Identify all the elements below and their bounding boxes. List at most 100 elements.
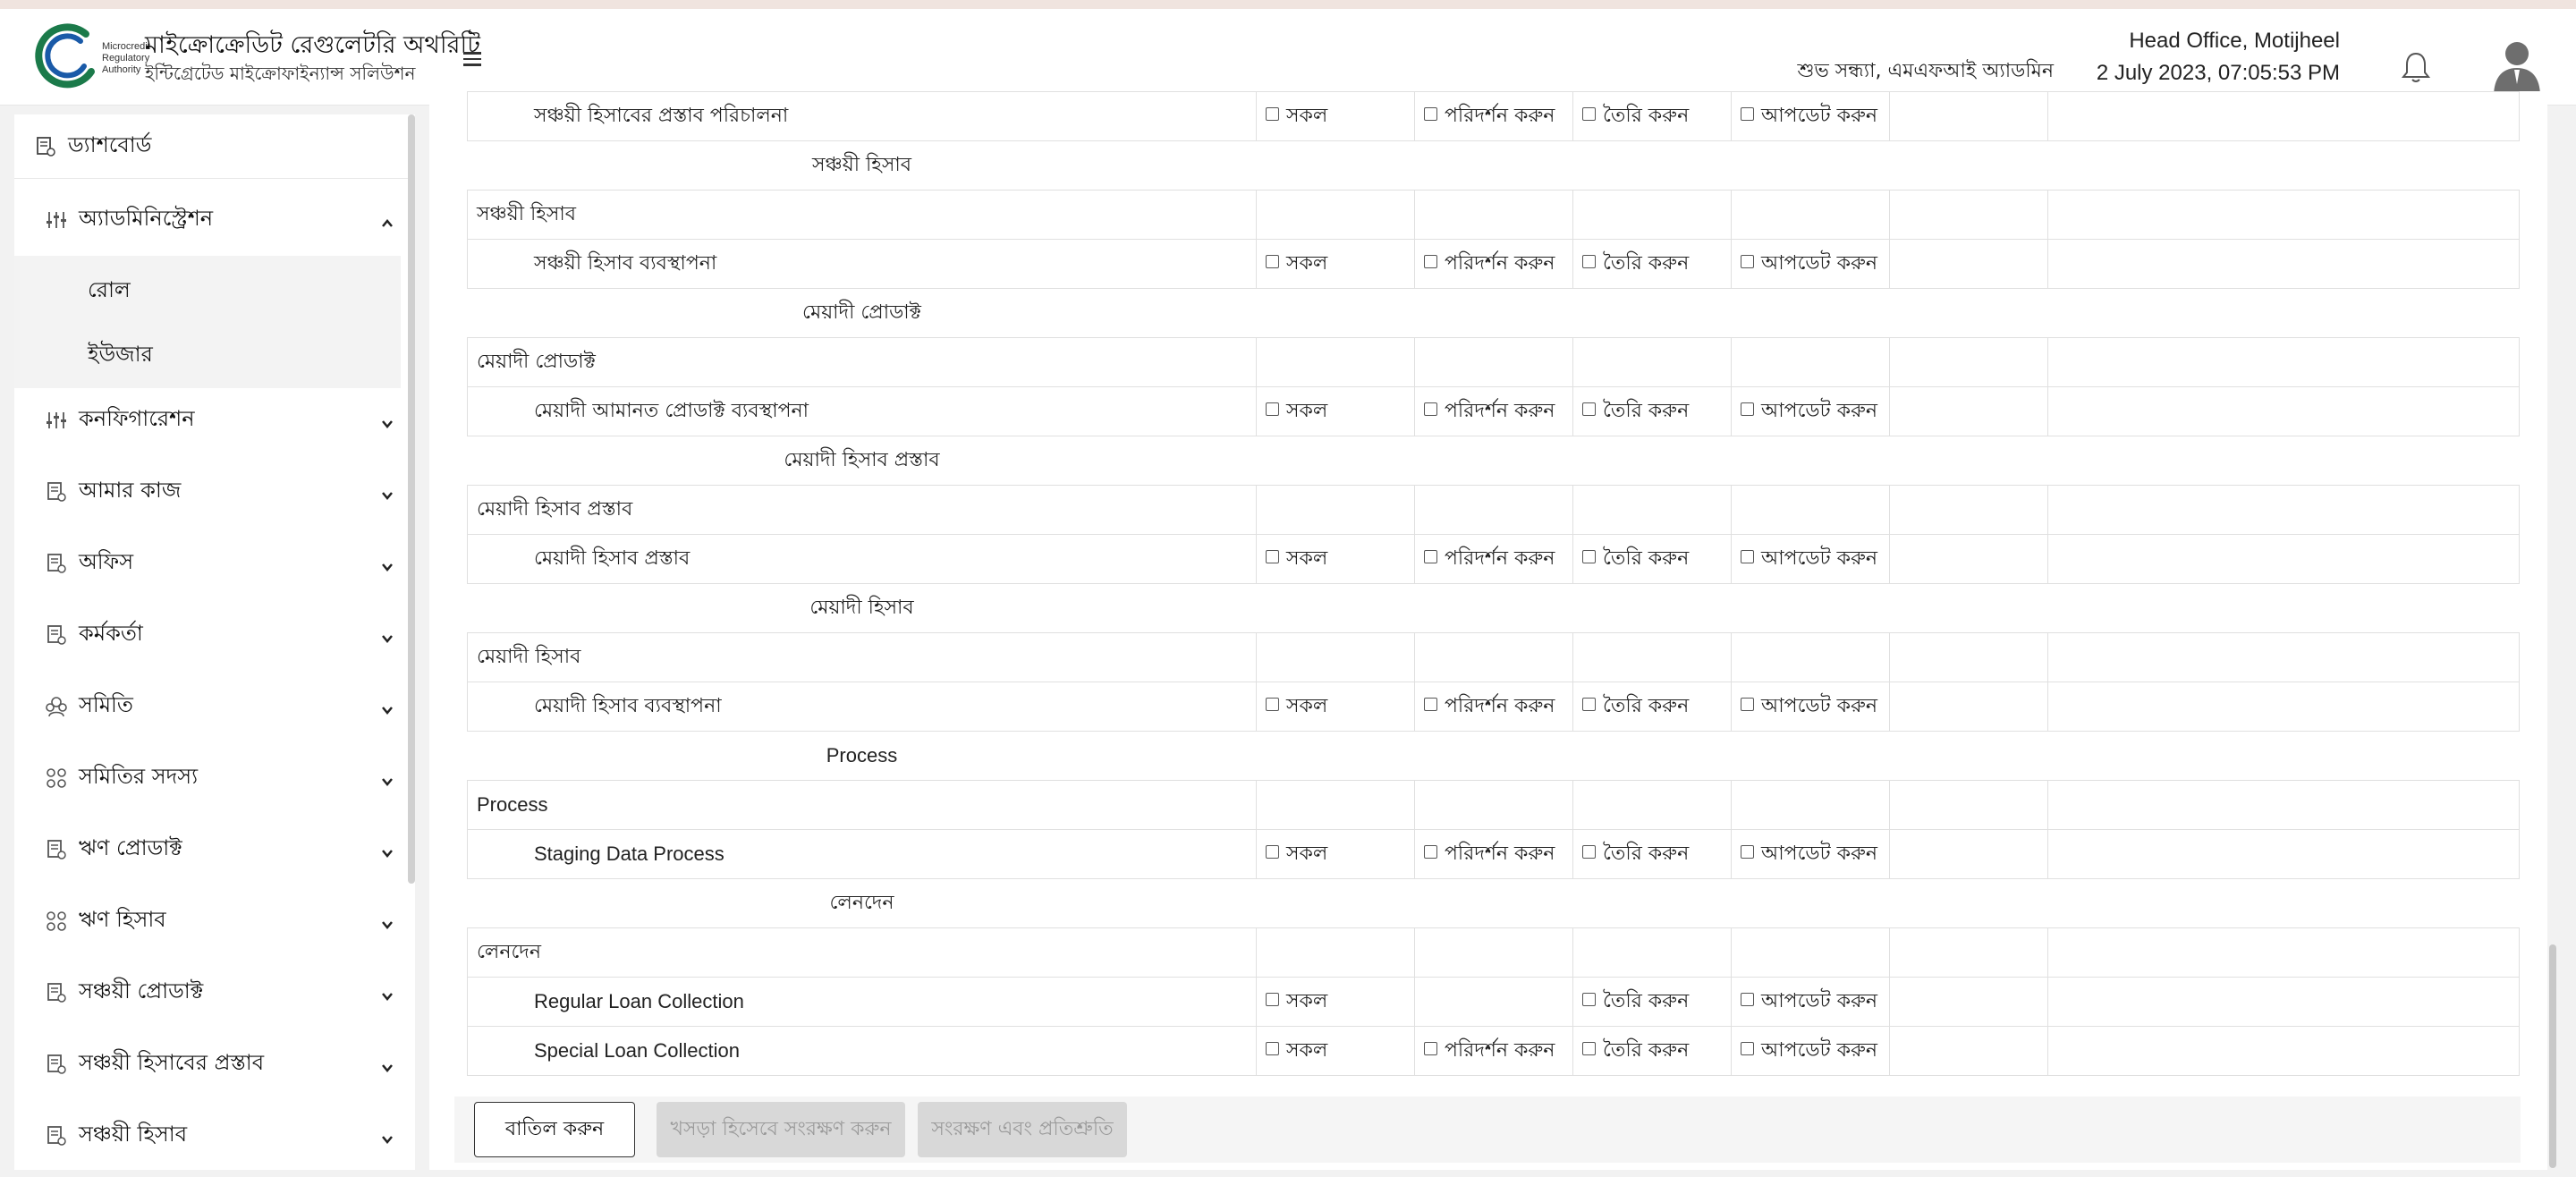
all-checkbox[interactable]: সকল <box>1266 543 1327 576</box>
create-checkbox[interactable]: তৈরি করুন <box>1582 986 1689 1019</box>
chevron-down-icon[interactable] <box>379 1056 395 1072</box>
sidebar-item-1[interactable]: কনফিগারেশন <box>14 385 415 456</box>
update-checkbox[interactable]: আপডেট করুন <box>1741 690 1877 724</box>
chevron-down-icon[interactable] <box>379 627 395 643</box>
update-checkbox[interactable]: আপডেট করুন <box>1741 838 1877 871</box>
cancel-button[interactable]: বাতিল করুন <box>474 1102 635 1157</box>
checkbox-icon[interactable] <box>1741 1041 1754 1055</box>
inspect-checkbox[interactable]: পরিদর্শন করুন <box>1424 690 1555 724</box>
create-checkbox[interactable]: তৈরি করুন <box>1582 838 1689 871</box>
checkbox-icon[interactable] <box>1582 549 1596 563</box>
sidebar-subitem-0[interactable]: রোল <box>88 274 131 309</box>
chevron-down-icon[interactable] <box>379 484 395 500</box>
checkbox-icon[interactable] <box>1266 1041 1279 1055</box>
checkbox-icon[interactable] <box>1424 697 1437 711</box>
sidebar-item-6[interactable]: সমিতির সদস্য <box>14 742 415 814</box>
inspect-checkbox[interactable]: পরিদর্শন করুন <box>1424 543 1555 576</box>
chevron-down-icon[interactable] <box>379 842 395 858</box>
sidebar-item-label: সমিতির সদস্য <box>79 764 199 789</box>
main-scrollbar[interactable] <box>2549 944 2556 1168</box>
chevron-down-icon[interactable] <box>379 985 395 1001</box>
chevron-down-icon[interactable] <box>379 699 395 715</box>
create-checkbox[interactable]: তৈরি করুন <box>1582 395 1689 428</box>
sidebar-item-10[interactable]: সঞ্চয়ী হিসাবের প্রস্তাব <box>14 1029 415 1100</box>
menu-icon[interactable] <box>463 48 490 75</box>
checkbox-icon[interactable] <box>1266 549 1279 563</box>
checkbox-icon[interactable] <box>1741 697 1754 711</box>
sidebar-item-label: অ্যাডমিনিস্ট্রেশন <box>79 206 214 231</box>
save-draft-button[interactable]: খসড়া হিসেবে সংরক্ষণ করুন <box>657 1102 905 1157</box>
checkbox-icon[interactable] <box>1582 697 1596 711</box>
create-checkbox[interactable]: তৈরি করুন <box>1582 1035 1689 1068</box>
checkbox-icon[interactable] <box>1266 106 1279 121</box>
checkbox-icon[interactable] <box>1424 106 1437 121</box>
create-checkbox[interactable]: তৈরি করুন <box>1582 248 1689 281</box>
sidebar-item-7[interactable]: ঋণ প্রোডাক্ট <box>14 814 415 885</box>
user-avatar-icon[interactable] <box>2490 38 2544 97</box>
sidebar-item-11[interactable]: সঞ্চয়ী হিসাব <box>14 1100 415 1170</box>
sidebar-item-2[interactable]: আমার কাজ <box>14 456 415 528</box>
save-commit-button[interactable]: সংরক্ষণ এবং প্রতিশ্রুতি <box>918 1102 1127 1157</box>
sidebar-subitem-1[interactable]: ইউজার <box>88 338 153 374</box>
checkbox-icon[interactable] <box>1741 844 1754 859</box>
checkbox-icon[interactable] <box>1424 549 1437 563</box>
all-checkbox[interactable]: সকল <box>1266 100 1327 133</box>
bell-icon[interactable] <box>2401 50 2431 84</box>
sidebar-item-8[interactable]: ঋণ হিসাব <box>14 885 415 957</box>
all-checkbox[interactable]: সকল <box>1266 838 1327 871</box>
sidebar-item-3[interactable]: অফিস <box>14 528 415 599</box>
all-checkbox[interactable]: সকল <box>1266 1035 1327 1068</box>
chevron-up-icon[interactable] <box>379 212 395 228</box>
update-checkbox[interactable]: আপডেট করুন <box>1741 100 1877 133</box>
checkbox-icon[interactable] <box>1424 402 1437 416</box>
checkbox-icon[interactable] <box>1741 992 1754 1006</box>
checkbox-label: পরিদর্শন করুন <box>1445 104 1555 127</box>
all-checkbox[interactable]: সকল <box>1266 395 1327 428</box>
update-checkbox[interactable]: আপডেট করুন <box>1741 986 1877 1019</box>
inspect-checkbox[interactable]: পরিদর্শন করুন <box>1424 1035 1555 1068</box>
checkbox-icon[interactable] <box>1266 402 1279 416</box>
inspect-checkbox[interactable]: পরিদর্শন করুন <box>1424 248 1555 281</box>
checkbox-icon[interactable] <box>1582 402 1596 416</box>
inspect-checkbox[interactable]: পরিদর্শন করুন <box>1424 100 1555 133</box>
checkbox-icon[interactable] <box>1424 254 1437 268</box>
create-checkbox[interactable]: তৈরি করুন <box>1582 100 1689 133</box>
chevron-down-icon[interactable] <box>379 770 395 786</box>
checkbox-icon[interactable] <box>1266 844 1279 859</box>
create-checkbox[interactable]: তৈরি করুন <box>1582 543 1689 576</box>
checkbox-icon[interactable] <box>1582 1041 1596 1055</box>
checkbox-icon[interactable] <box>1741 106 1754 121</box>
sidebar-item-9[interactable]: সঞ্চয়ী প্রোডাক্ট <box>14 957 415 1029</box>
update-checkbox[interactable]: আপডেট করুন <box>1741 395 1877 428</box>
sidebar-item-4[interactable]: কর্মকর্তা <box>14 599 415 671</box>
chevron-down-icon[interactable] <box>379 555 395 572</box>
checkbox-icon[interactable] <box>1266 992 1279 1006</box>
update-checkbox[interactable]: আপডেট করুন <box>1741 1035 1877 1068</box>
checkbox-icon[interactable] <box>1741 254 1754 268</box>
chevron-down-icon[interactable] <box>379 1128 395 1144</box>
create-checkbox[interactable]: তৈরি করুন <box>1582 690 1689 724</box>
sidebar-scrollbar[interactable] <box>408 114 415 884</box>
chevron-down-icon[interactable] <box>379 412 395 428</box>
sidebar-item-5[interactable]: সমিতি <box>14 671 415 742</box>
all-checkbox[interactable]: সকল <box>1266 986 1327 1019</box>
all-checkbox[interactable]: সকল <box>1266 248 1327 281</box>
checkbox-icon[interactable] <box>1424 844 1437 859</box>
checkbox-icon[interactable] <box>1424 1041 1437 1055</box>
checkbox-icon[interactable] <box>1741 402 1754 416</box>
checkbox-icon[interactable] <box>1582 106 1596 121</box>
chevron-down-icon[interactable] <box>379 913 395 929</box>
inspect-checkbox[interactable]: পরিদর্শন করুন <box>1424 838 1555 871</box>
inspect-checkbox[interactable]: পরিদর্শন করুন <box>1424 395 1555 428</box>
checkbox-icon[interactable] <box>1582 992 1596 1006</box>
update-checkbox[interactable]: আপডেট করুন <box>1741 543 1877 576</box>
checkbox-icon[interactable] <box>1582 254 1596 268</box>
checkbox-icon[interactable] <box>1582 844 1596 859</box>
sidebar-item-0[interactable]: অ্যাডমিনিস্ট্রেশন <box>14 184 415 256</box>
update-checkbox[interactable]: আপডেট করুন <box>1741 248 1877 281</box>
sidebar-item-dashboard[interactable]: ড্যাশবোর্ড <box>14 114 415 179</box>
all-checkbox[interactable]: সকল <box>1266 690 1327 724</box>
checkbox-icon[interactable] <box>1741 549 1754 563</box>
checkbox-icon[interactable] <box>1266 254 1279 268</box>
checkbox-icon[interactable] <box>1266 697 1279 711</box>
